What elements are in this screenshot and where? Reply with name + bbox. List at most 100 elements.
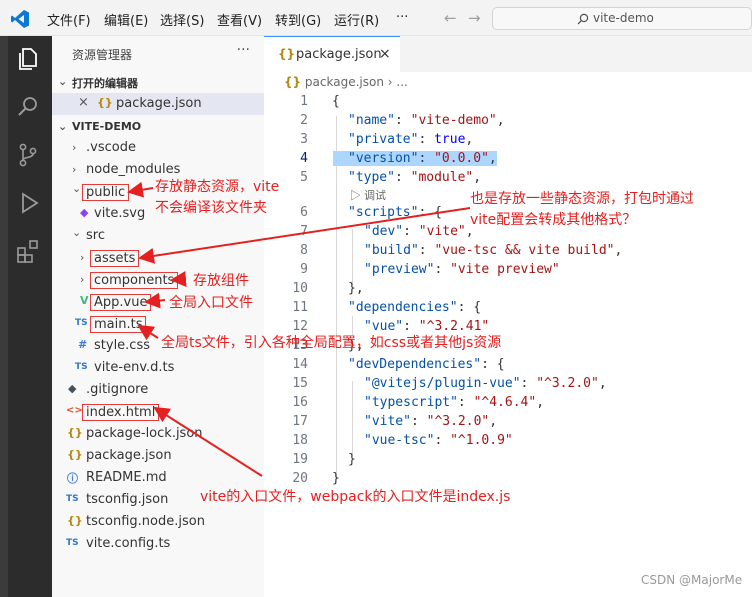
tree-item-vscode[interactable]: › .vscode (52, 137, 264, 159)
code-line-highlighted: "version": "0.0.0", (333, 151, 497, 166)
tree-item-package-json[interactable]: {} package.json (52, 445, 264, 467)
close-icon[interactable]: × (78, 95, 89, 110)
line-number: 3 (300, 132, 308, 147)
line-number: 9 (300, 262, 308, 277)
line-number: 18 (292, 433, 308, 448)
search-label: vite-demo (593, 11, 654, 25)
tree-item-label: README.md (86, 470, 167, 485)
json-value: "vue-tsc && vite build" (434, 243, 615, 258)
menu-edit[interactable]: 编辑(E) (104, 10, 148, 29)
search-view-icon[interactable] (15, 94, 41, 120)
line-number: 20 (292, 471, 308, 486)
watermark: CSDN @MajorMe (641, 573, 743, 587)
colon: : (434, 433, 451, 448)
json-key: "type" (348, 170, 395, 185)
explorer-title: 资源管理器 (72, 48, 133, 62)
json-key: "dev" (364, 224, 404, 239)
line-number: 1 (300, 94, 308, 109)
tree-item-assets[interactable]: › assets (52, 247, 264, 269)
chevron-right-icon: › (80, 273, 85, 286)
tree-item-label: node_modules (86, 162, 181, 177)
code-line: { (332, 94, 340, 109)
comma: , (598, 376, 607, 391)
menu-run[interactable]: 运行(R) (334, 10, 379, 29)
code-line: "@vitejs/plugin-vue": "^3.2.0", (364, 376, 607, 391)
tree-item-label: package-lock.json (86, 426, 203, 441)
info-file-icon: ⓘ (67, 472, 78, 485)
colon: : (418, 243, 435, 258)
colon: : { (481, 357, 505, 372)
back-arrow-icon[interactable]: ← (444, 9, 457, 27)
annotation-main: 全局ts文件，引入各种全局配置，如css或者其他js资源 (161, 335, 502, 351)
project-label: VITE-DEMO (72, 120, 142, 133)
activity-strip (0, 36, 8, 597)
tree-item-index-html[interactable]: <> index.html (52, 401, 264, 423)
tree-item-gitignore[interactable]: ◆ .gitignore (52, 379, 264, 401)
open-editors-header[interactable]: ⌄ 打开的编辑器 (52, 72, 264, 94)
activity-bar (0, 36, 52, 597)
code-line: "vite": "^3.2.0", (364, 414, 497, 429)
project-header[interactable]: ⌄ VITE-DEMO (52, 117, 264, 139)
command-center-search[interactable]: vite-demo (492, 7, 752, 30)
breadcrumb-file[interactable]: package.json (305, 75, 384, 89)
comma: , (496, 113, 505, 128)
chevron-down-icon: ⌄ (58, 75, 68, 88)
tree-item-vite-env[interactable]: TS vite-env.d.ts (52, 357, 264, 379)
html-file-icon: <> (66, 405, 83, 416)
search-icon (577, 13, 589, 25)
annotation-public-line2: 不会编译该文件夹 (155, 200, 267, 216)
colon: : { (418, 205, 442, 220)
explorer-icon[interactable] (15, 46, 41, 72)
tree-item-label: components (90, 272, 179, 289)
json-value: true (434, 132, 466, 147)
json-key: "scripts" (348, 205, 419, 220)
json-key: "version" (348, 151, 419, 166)
chevron-down-icon: ⌄ (72, 182, 82, 195)
annotation-app: 全局入口文件 (169, 295, 253, 311)
json-value: "^3.2.0" (426, 414, 490, 429)
code-line: "dependencies": { (348, 300, 481, 315)
chevron-right-icon: › (72, 141, 77, 154)
forward-arrow-icon[interactable]: → (468, 9, 481, 27)
explorer-more-button[interactable]: ··· (237, 42, 250, 58)
menu-selection[interactable]: 选择(S) (160, 10, 204, 29)
json-file-icon: {} (284, 75, 302, 89)
tree-item-tsconfig-node[interactable]: {} tsconfig.node.json (52, 511, 264, 533)
json-key: "dependencies" (348, 300, 458, 315)
colon: : (403, 224, 419, 239)
comma: , (465, 132, 474, 147)
tree-item-label: tsconfig.node.json (86, 514, 205, 529)
code-line: "name": "vite-demo", (348, 113, 505, 128)
tree-item-label: vite.svg (94, 206, 146, 221)
menu-more[interactable]: ··· (396, 10, 408, 25)
svg-file-icon: ◆ (80, 206, 89, 219)
close-icon[interactable]: × (379, 46, 391, 62)
breadcrumb-more[interactable]: › ... (388, 75, 408, 89)
tab-package-json[interactable]: {} package.json × (264, 36, 400, 72)
tree-item-label: .gitignore (86, 382, 149, 397)
run-debug-icon[interactable] (15, 190, 41, 216)
source-control-icon[interactable] (15, 142, 41, 168)
menu-file[interactable]: 文件(F) (47, 10, 91, 29)
menu-go[interactable]: 转到(G) (275, 10, 321, 29)
title-bar: 文件(F) 编辑(E) 选择(S) 查看(V) 转到(G) 运行(R) ··· … (0, 0, 752, 36)
json-key: "typescript" (364, 395, 458, 410)
chevron-down-icon: ⌄ (58, 120, 68, 133)
comma: , (488, 151, 497, 166)
open-editor-item[interactable]: × {} package.json (52, 93, 264, 115)
line-number: 7 (300, 224, 308, 239)
extensions-icon[interactable] (15, 238, 41, 264)
annotation-index: vite的入口文件，webpack的入口文件是index.js (200, 489, 511, 505)
code-line: } (332, 471, 340, 486)
css-file-icon: # (78, 338, 88, 351)
json-value: "0.0.0" (434, 151, 489, 166)
colon: : (418, 151, 435, 166)
vscode-logo-icon (11, 10, 29, 28)
tree-item-package-lock[interactable]: {} package-lock.json (52, 423, 264, 445)
tree-item-src[interactable]: ⌄ src (52, 225, 264, 247)
debug-codelens[interactable]: ▷ 调试 (350, 187, 386, 203)
tree-item-vite-config[interactable]: TS vite.config.ts (52, 533, 264, 555)
menu-view[interactable]: 查看(V) (217, 10, 262, 29)
code-line: "preview": "vite preview" (364, 262, 560, 277)
code-line: }, (348, 281, 364, 296)
